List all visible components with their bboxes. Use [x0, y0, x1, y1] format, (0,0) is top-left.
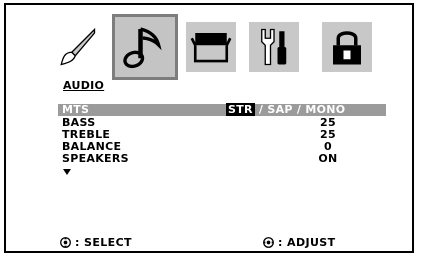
mts-separator: /	[254, 103, 268, 116]
mts-option-mono[interactable]: MONO	[305, 103, 345, 116]
mts-option-str[interactable]: STR	[226, 103, 255, 116]
music-note-icon	[123, 27, 162, 69]
footer-adjust-hint: : ADJUST	[263, 236, 336, 249]
footer-select-label: : SELECT	[75, 236, 132, 249]
remote-updown-icon	[60, 237, 71, 248]
tab-channel[interactable]	[186, 22, 236, 72]
speakers-value: ON	[318, 152, 338, 165]
footer-select-hint: : SELECT	[60, 236, 132, 249]
tab-picture[interactable]	[52, 22, 102, 72]
tab-setup[interactable]	[249, 22, 299, 72]
tab-audio[interactable]	[112, 14, 178, 80]
footer-adjust-label: : ADJUST	[278, 236, 336, 249]
mts-options[interactable]: STR / SAP / MONO	[226, 103, 345, 116]
mts-separator: /	[292, 103, 306, 116]
menu-item-mts[interactable]: MTS STR / SAP / MONO	[58, 103, 386, 116]
tools-icon	[261, 28, 287, 66]
menu-item-speakers[interactable]: SPEAKERS ON	[58, 153, 386, 165]
mts-label: MTS	[62, 103, 90, 116]
box-icon	[190, 33, 232, 63]
paintbrush-icon	[60, 27, 96, 66]
mts-option-sap[interactable]: SAP	[267, 103, 292, 116]
tab-lock[interactable]	[322, 22, 372, 72]
speakers-label: SPEAKERS	[62, 152, 129, 165]
section-title: AUDIO	[63, 79, 105, 92]
down-arrow-icon[interactable]	[63, 169, 71, 175]
padlock-icon	[333, 31, 361, 65]
remote-leftright-icon	[263, 237, 274, 248]
